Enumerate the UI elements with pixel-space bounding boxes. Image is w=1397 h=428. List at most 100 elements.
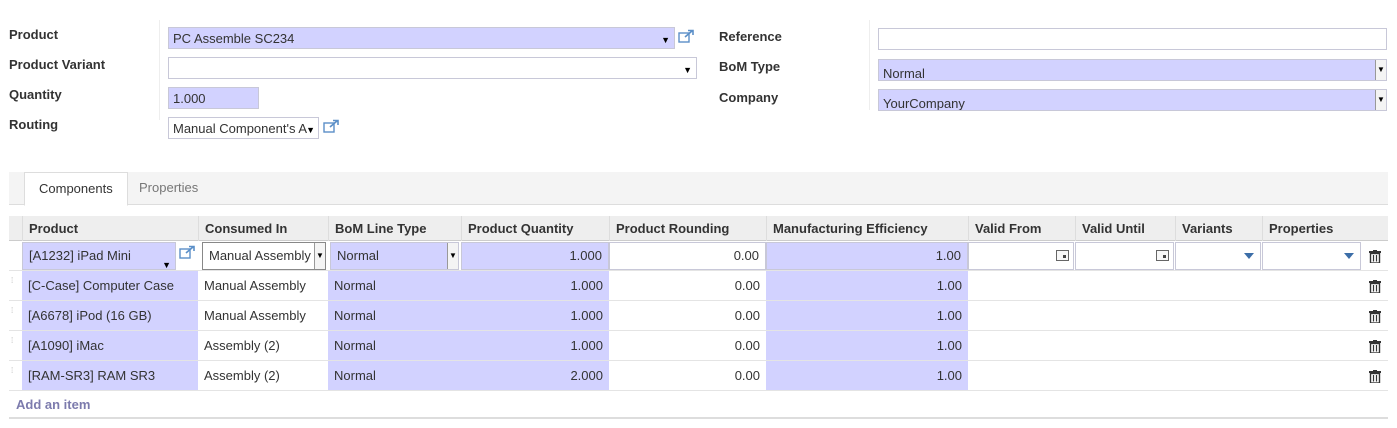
column-header-variants[interactable]: Variants xyxy=(1175,216,1262,241)
trash-icon[interactable] xyxy=(1369,250,1381,263)
cell-line-type: Normal xyxy=(328,271,461,300)
tab-properties[interactable]: Properties xyxy=(125,172,212,205)
quantity-label: Quantity xyxy=(9,87,62,102)
quantity-input[interactable]: 1.000 xyxy=(168,87,259,109)
column-header-rounding[interactable]: Product Rounding xyxy=(609,216,766,241)
row-variants-select[interactable] xyxy=(1175,242,1261,270)
chevron-down-icon: ▼ xyxy=(162,260,171,270)
calendar-icon[interactable] xyxy=(1156,250,1169,261)
column-header-consumed-in[interactable]: Consumed In xyxy=(198,216,328,241)
cell-efficiency: 1.00 xyxy=(766,271,968,300)
cell-product: [RAM-SR3] RAM SR3 xyxy=(22,361,198,390)
column-header-valid-from[interactable]: Valid From xyxy=(968,216,1075,241)
cell-line-type: Normal xyxy=(328,301,461,330)
cell-consumed-in: Assembly (2) xyxy=(204,368,280,383)
cell-product: [A6678] iPod (16 GB) xyxy=(22,301,198,330)
table-row[interactable]: ⁞ [A1090] iMac Assembly (2) Normal 1.000… xyxy=(9,331,1388,361)
form-separator xyxy=(869,20,870,110)
cell-line-type: Normal xyxy=(328,361,461,390)
company-value: YourCompany xyxy=(883,96,965,111)
external-link-icon[interactable] xyxy=(678,29,695,43)
row-product-value: [A1232] iPad Mini xyxy=(29,248,131,263)
drag-handle[interactable]: ⁞ xyxy=(11,277,15,285)
chevron-down-icon: ▼ xyxy=(306,125,315,135)
column-header-product[interactable]: Product xyxy=(22,216,198,241)
row-valid-from-input[interactable] xyxy=(968,242,1074,270)
add-item-link[interactable]: Add an item xyxy=(16,397,90,412)
cell-line-type: Normal xyxy=(328,331,461,360)
chevron-down-icon: ▼ xyxy=(447,243,458,269)
company-label: Company xyxy=(719,90,779,105)
row-quantity-input[interactable]: 1.000 xyxy=(461,242,609,270)
row-efficiency-input[interactable]: 1.00 xyxy=(766,242,968,270)
cell-rounding: 0.00 xyxy=(734,368,760,383)
reference-input[interactable] xyxy=(878,28,1387,50)
table-row[interactable]: ⁞ [RAM-SR3] RAM SR3 Assembly (2) Normal … xyxy=(9,361,1388,391)
row-product-select[interactable]: [A1232] iPad Mini ▼ xyxy=(22,242,176,270)
tab-components[interactable]: Components xyxy=(24,172,128,206)
drag-handle[interactable]: ⁞ xyxy=(11,337,15,345)
column-header-line-type[interactable]: BoM Line Type xyxy=(328,216,461,241)
chevron-down-icon xyxy=(1344,253,1354,259)
cell-consumed-in: Assembly (2) xyxy=(204,338,280,353)
chevron-down-icon xyxy=(1244,253,1254,259)
row-consumed-in-value: Manual Assembly xyxy=(209,248,311,263)
company-select[interactable]: YourCompany ▼ xyxy=(878,89,1387,111)
row-line-type-select[interactable]: Normal ▼ xyxy=(330,242,459,270)
cell-product: [A1090] iMac xyxy=(22,331,198,360)
cell-quantity: 1.000 xyxy=(461,331,609,360)
product-value: PC Assemble SC234 xyxy=(173,31,295,46)
table-row-editing: [A1232] iPad Mini ▼ Manual Assembly ▼ No… xyxy=(9,241,1388,271)
product-label: Product xyxy=(9,27,59,42)
tab-bar: Components Properties xyxy=(9,172,1388,206)
reference-label: Reference xyxy=(719,29,782,44)
cell-rounding: 0.00 xyxy=(734,338,760,353)
table-header: Product Consumed In BoM Line Type Produc… xyxy=(9,216,1388,241)
chevron-down-icon: ▼ xyxy=(661,35,670,45)
chevron-down-icon: ▼ xyxy=(1375,90,1386,110)
external-link-icon[interactable] xyxy=(179,245,196,259)
quantity-value: 1.000 xyxy=(173,91,206,106)
cell-quantity: 2.000 xyxy=(461,361,609,390)
cell-consumed-in: Manual Assembly xyxy=(204,278,306,293)
routing-label: Routing xyxy=(9,117,59,132)
column-header-properties[interactable]: Properties xyxy=(1262,216,1362,241)
cell-efficiency: 1.00 xyxy=(766,331,968,360)
cell-efficiency: 1.00 xyxy=(766,301,968,330)
table-footer-divider xyxy=(9,417,1388,419)
chevron-down-icon: ▼ xyxy=(683,65,692,75)
trash-icon[interactable] xyxy=(1369,340,1381,353)
table-row[interactable]: ⁞ [C-Case] Computer Case Manual Assembly… xyxy=(9,271,1388,301)
trash-icon[interactable] xyxy=(1369,370,1381,383)
column-header-quantity[interactable]: Product Quantity xyxy=(461,216,609,241)
calendar-icon[interactable] xyxy=(1056,250,1069,261)
external-link-icon[interactable] xyxy=(323,119,340,133)
row-consumed-in-select[interactable]: Manual Assembly ▼ xyxy=(202,242,326,270)
table-row[interactable]: ⁞ [A6678] iPod (16 GB) Manual Assembly N… xyxy=(9,301,1388,331)
row-properties-select[interactable] xyxy=(1262,242,1361,270)
cell-rounding: 0.00 xyxy=(734,308,760,323)
trash-icon[interactable] xyxy=(1369,310,1381,323)
cell-product: [C-Case] Computer Case xyxy=(22,271,198,300)
variant-label: Product Variant xyxy=(9,57,106,72)
cell-quantity: 1.000 xyxy=(461,271,609,300)
bom-type-select[interactable]: Normal ▼ xyxy=(878,59,1387,81)
chevron-down-icon: ▼ xyxy=(314,243,325,269)
column-header-valid-until[interactable]: Valid Until xyxy=(1075,216,1175,241)
drag-handle[interactable]: ⁞ xyxy=(11,307,15,315)
form-separator xyxy=(159,20,160,120)
cell-efficiency: 1.00 xyxy=(766,361,968,390)
bom-type-label: BoM Type xyxy=(719,59,781,74)
bom-type-value: Normal xyxy=(883,66,925,81)
row-rounding-input[interactable]: 0.00 xyxy=(609,242,766,270)
cell-quantity: 1.000 xyxy=(461,301,609,330)
drag-handle[interactable]: ⁞ xyxy=(11,367,15,375)
routing-select[interactable]: Manual Component's A ▼ xyxy=(168,117,319,139)
trash-icon[interactable] xyxy=(1369,280,1381,293)
column-header-efficiency[interactable]: Manufacturing Efficiency xyxy=(766,216,968,241)
routing-value: Manual Component's A xyxy=(173,121,308,136)
variant-select[interactable]: ▼ xyxy=(168,57,697,79)
product-select[interactable]: PC Assemble SC234 ▼ xyxy=(168,27,675,49)
cell-rounding: 0.00 xyxy=(734,278,760,293)
row-valid-until-input[interactable] xyxy=(1075,242,1174,270)
